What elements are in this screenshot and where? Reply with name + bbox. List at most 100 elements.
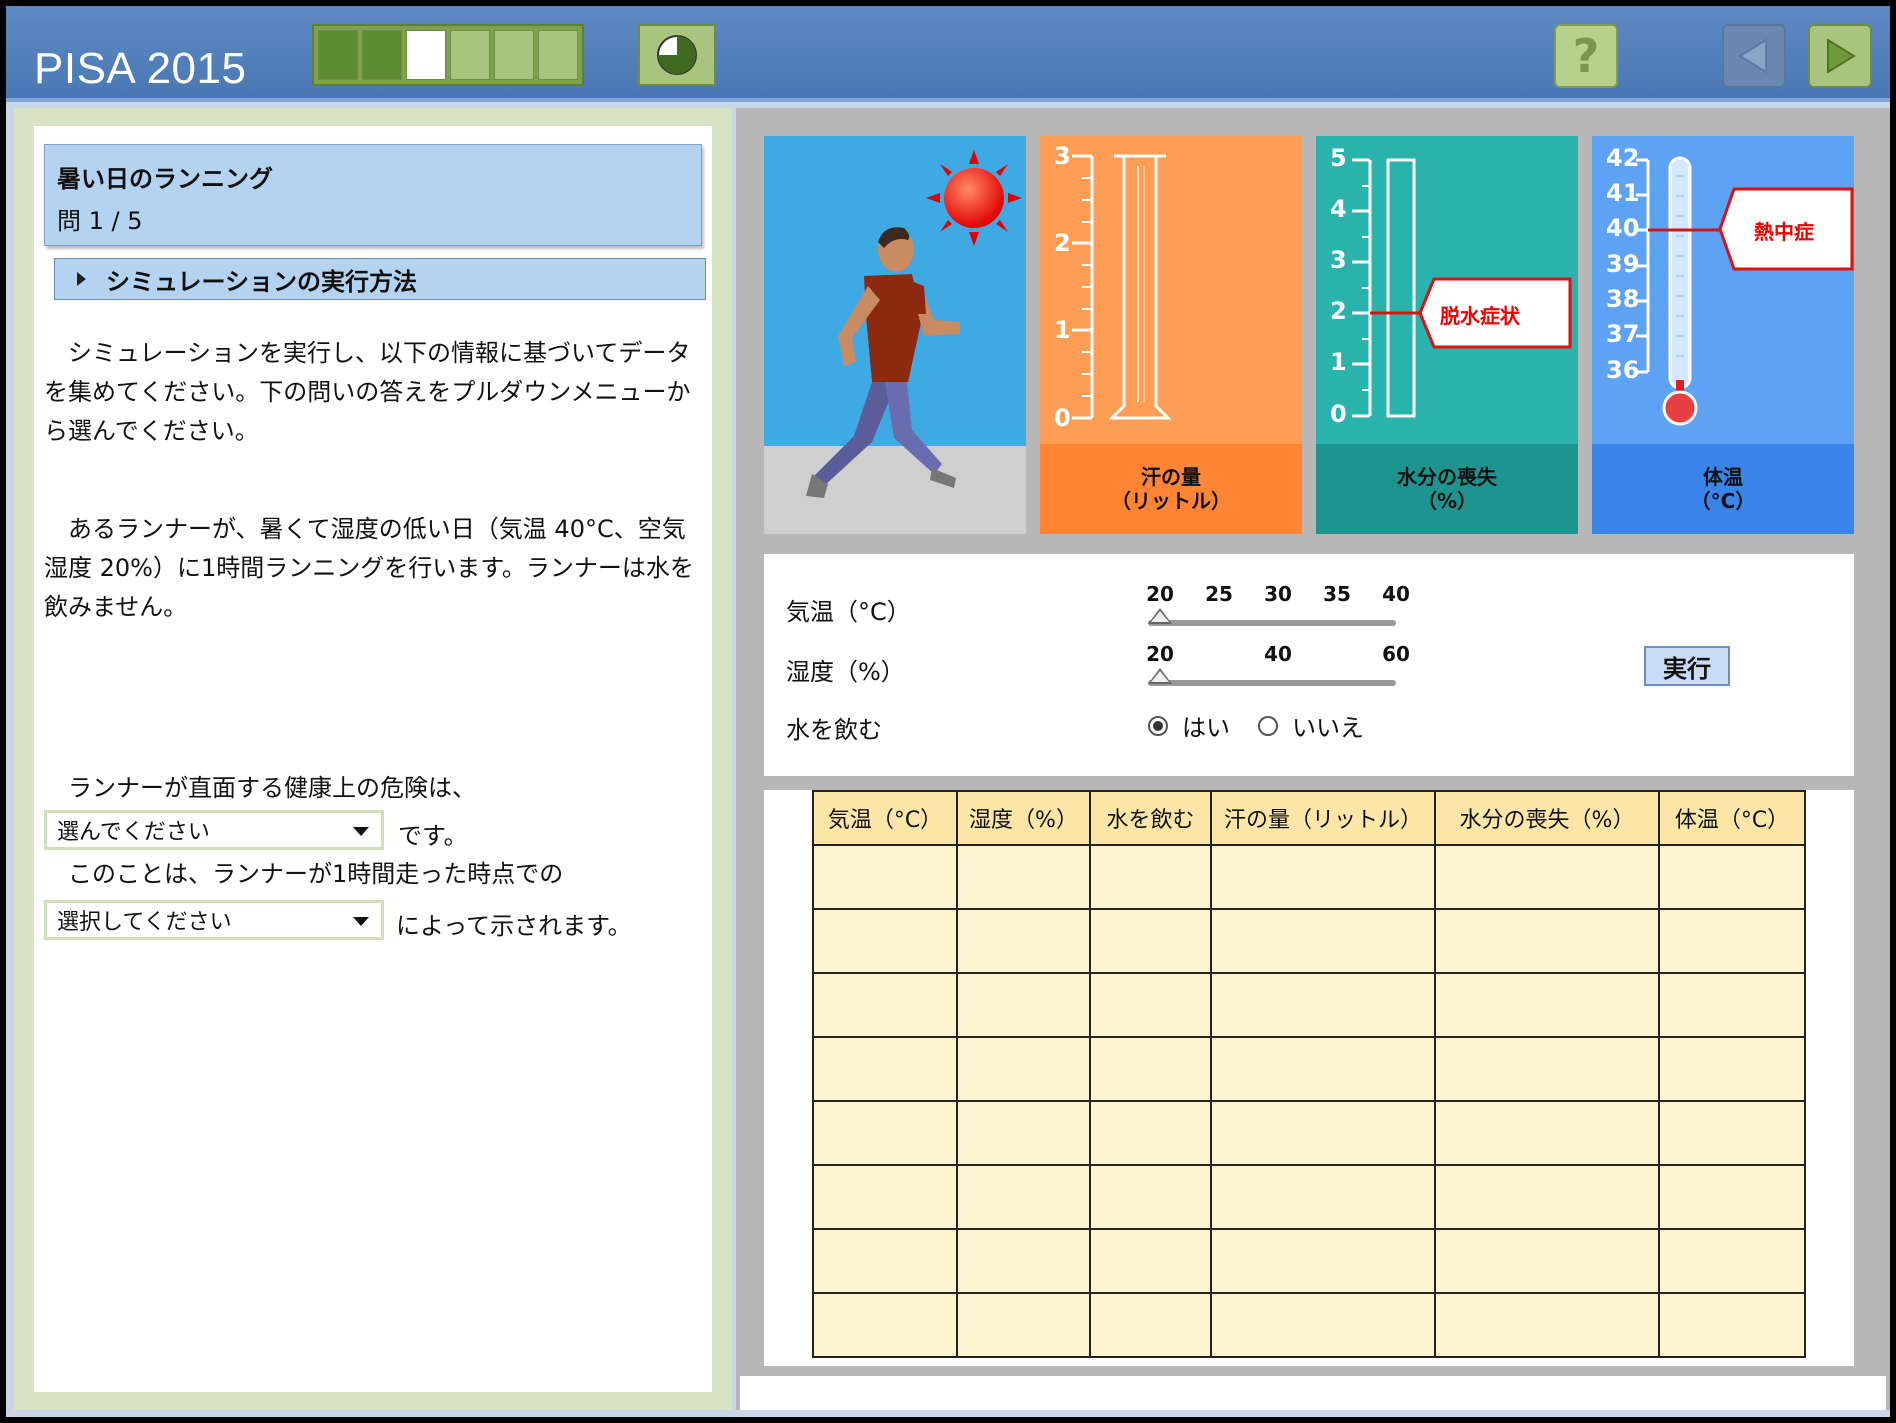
body-temp-label-unit: （°C） xyxy=(1690,489,1756,513)
table-row xyxy=(812,1100,1806,1166)
table-header-drink[interactable]: 水を飲む xyxy=(1089,790,1212,846)
table-cell xyxy=(1210,908,1436,974)
question-header: 暑い日のランニング 問 1 / 5 xyxy=(44,144,702,246)
drink-water-label: 水を飲む xyxy=(786,716,882,744)
table-cell xyxy=(956,1292,1091,1358)
question-content: 暑い日のランニング 問 1 / 5 シミュレーションの実行方法 シミュレーション… xyxy=(34,126,712,1392)
danger-dropdown-value: 選んでください xyxy=(57,820,210,845)
sweat-label-title: 汗の量 xyxy=(1141,465,1201,489)
table-row xyxy=(812,908,1806,974)
table-cell xyxy=(812,908,958,974)
table-cell xyxy=(1089,1228,1212,1294)
water-tick-label: 5 xyxy=(1330,144,1347,172)
table-cell xyxy=(812,972,958,1038)
drink-no-label[interactable]: いいえ xyxy=(1292,708,1364,743)
water-loss-label-unit: （%） xyxy=(1416,489,1478,513)
pisa-logo: PISA 2015 xyxy=(34,44,247,93)
water-tick-label: 2 xyxy=(1330,297,1347,325)
temp-tick-label: 38 xyxy=(1606,285,1640,313)
previous-button[interactable] xyxy=(1722,24,1786,88)
drink-no-radio[interactable] xyxy=(1258,715,1278,736)
water-loss-gauge-label: 水分の喪失 （%） xyxy=(1316,444,1578,534)
timer-button[interactable] xyxy=(638,24,716,86)
pisa-window: PISA 2015 ? 暑い日のランニング 問 1 / 5 シミュレーションの実… xyxy=(6,6,1890,1417)
table-cell xyxy=(1434,844,1660,910)
expand-arrow-icon xyxy=(77,272,86,286)
instructions-text: シミュレーションを実行し、以下の情報に基づいてデータを集めてください。下の問いの… xyxy=(44,339,691,445)
results-table: 気温（°C） 湿度（%） 水を飲む 汗の量（リットル） 水分の喪失（%） 体温（… xyxy=(812,790,1806,1358)
air-temp-slider-track[interactable] xyxy=(1148,620,1396,626)
table-cell xyxy=(1089,1164,1212,1230)
table-cell xyxy=(1434,1228,1660,1294)
water-tick-label: 1 xyxy=(1330,348,1347,376)
body-temp-gauge-label: 体温 （°C） xyxy=(1592,444,1854,534)
arrow-right-icon xyxy=(1827,38,1856,74)
table-header-humidity[interactable]: 湿度（%） xyxy=(956,790,1091,846)
results-table-area: 気温（°C） 湿度（%） 水を飲む 汗の量（リットル） 水分の喪失（%） 体温（… xyxy=(764,790,1854,1366)
sweat-scale xyxy=(1072,154,1172,420)
table-cell xyxy=(956,1228,1091,1294)
table-header-row: 気温（°C） 湿度（%） 水を飲む 汗の量（リットル） 水分の喪失（%） 体温（… xyxy=(812,790,1806,846)
table-cell xyxy=(812,1228,958,1294)
table-cell xyxy=(812,1036,958,1102)
progress-segment xyxy=(538,30,578,80)
humidity-slider-track[interactable] xyxy=(1148,680,1396,686)
humidity-slider[interactable]: 20 40 60 xyxy=(1146,642,1410,696)
heatstroke-callout: 熱中症 xyxy=(1754,220,1814,244)
progress-segment xyxy=(494,30,534,80)
progress-segment xyxy=(450,30,490,80)
table-cell xyxy=(812,1164,958,1230)
indicator-dropdown[interactable]: 選択してください xyxy=(44,900,384,940)
drink-water-options: はい いいえ xyxy=(1148,708,1364,743)
humidity-tick: 60 xyxy=(1382,642,1410,666)
body-temp-gauge-display: 42 41 40 39 38 37 36 熱中症 xyxy=(1592,136,1854,444)
table-header-air-temp[interactable]: 気温（°C） xyxy=(812,790,958,846)
humidity-slider-thumb[interactable] xyxy=(1148,668,1172,684)
temp-tick-label: 41 xyxy=(1606,179,1640,207)
table-cell xyxy=(1210,1100,1436,1166)
body-temp-gauge: 42 41 40 39 38 37 36 熱中症 体温 （°C） xyxy=(1592,136,1854,534)
water-tick-label: 0 xyxy=(1330,400,1347,428)
table-cell xyxy=(1658,1036,1806,1102)
question-mark-icon: ? xyxy=(1572,29,1600,83)
water-tick-label: 3 xyxy=(1330,246,1347,274)
run-button[interactable]: 実行 xyxy=(1644,646,1730,686)
air-temp-slider[interactable]: 20 25 30 35 40 xyxy=(1146,582,1410,636)
table-cell xyxy=(1210,844,1436,910)
table-cell xyxy=(1210,972,1436,1038)
help-button[interactable]: ? xyxy=(1554,24,1618,88)
table-cell xyxy=(1658,908,1806,974)
drink-yes-radio[interactable] xyxy=(1148,715,1168,736)
air-temp-tick: 30 xyxy=(1264,582,1292,606)
simulation-howto-expander[interactable]: シミュレーションの実行方法 xyxy=(54,258,706,300)
header-bar: PISA 2015 ? xyxy=(6,6,1890,102)
body-temp-label-title: 体温 xyxy=(1703,465,1743,489)
table-cell xyxy=(1210,1164,1436,1230)
indicator-dropdown-value: 選択してください xyxy=(57,910,232,935)
danger-dropdown[interactable]: 選んでください xyxy=(44,810,384,850)
howto-label: シミュレーションの実行方法 xyxy=(106,267,418,296)
water-tick-label: 4 xyxy=(1330,195,1347,223)
table-header-water-loss[interactable]: 水分の喪失（%） xyxy=(1434,790,1660,846)
table-header-body-temp[interactable]: 体温（°C） xyxy=(1658,790,1806,846)
question-text-after-dropdown-1: です。 xyxy=(398,822,468,850)
scenario-text: あるランナーが、暑くて湿度の低い日（気温 40°C、空気湿度 20%）に1時間ラ… xyxy=(44,515,694,621)
drink-yes-label[interactable]: はい xyxy=(1182,708,1230,743)
next-button[interactable] xyxy=(1808,24,1872,88)
temp-tick-label: 40 xyxy=(1606,214,1640,242)
table-cell xyxy=(1658,1164,1806,1230)
sweat-tick-label: 1 xyxy=(1054,316,1071,344)
water-loss-gauge-display: 5 4 3 2 1 0 脱水症状 xyxy=(1316,136,1578,444)
air-temp-label: 気温（°C） xyxy=(786,598,911,626)
table-row xyxy=(812,1292,1806,1358)
temp-tick-label: 39 xyxy=(1606,250,1640,278)
table-cell xyxy=(1434,1100,1660,1166)
table-header-sweat[interactable]: 汗の量（リットル） xyxy=(1210,790,1436,846)
unit-title: 暑い日のランニング xyxy=(57,165,273,193)
progress-segment xyxy=(318,30,358,80)
dropdown-arrow-icon xyxy=(353,827,369,836)
water-loss-gauge: 5 4 3 2 1 0 脱水症状 水分の喪失 （%） xyxy=(1316,136,1578,534)
table-row xyxy=(812,1228,1806,1294)
air-temp-slider-thumb[interactable] xyxy=(1148,608,1172,624)
question-text-after-dropdown-2: によって示されます。 xyxy=(396,912,632,940)
